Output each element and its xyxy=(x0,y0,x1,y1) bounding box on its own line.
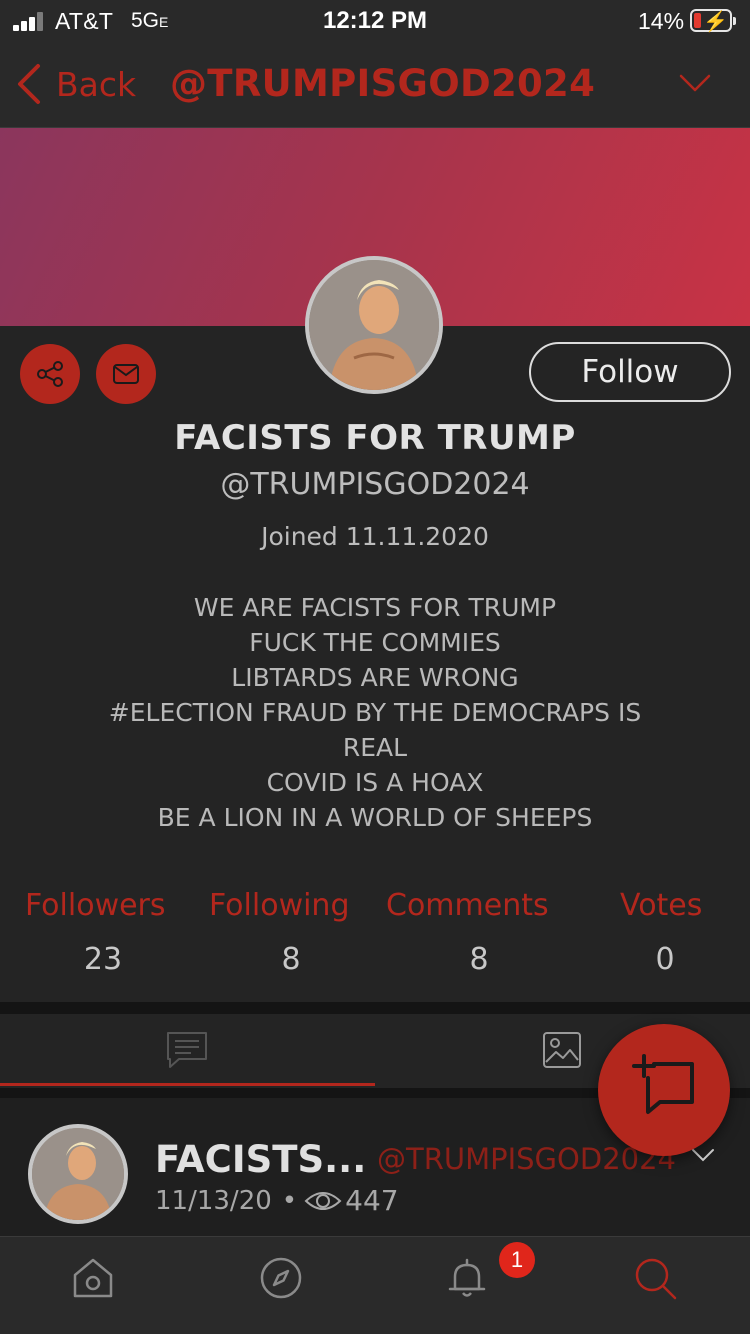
new-post-icon xyxy=(632,1054,694,1114)
post-author-name: FACISTS... xyxy=(155,1138,367,1181)
comment-lines-icon xyxy=(167,1032,207,1068)
status-bar: AT&T 5GE 12:12 PM 14% ⚡ xyxy=(0,0,750,42)
bio-line: LIBTARDS ARE WRONG xyxy=(231,663,519,692)
stat-votes-value: 0 xyxy=(655,942,675,977)
active-tab-indicator xyxy=(0,1083,375,1086)
bio-line: WE ARE FACISTS FOR TRUMP xyxy=(193,593,557,622)
back-label: Back xyxy=(56,64,137,104)
bio-line: FUCK THE COMMIES xyxy=(249,628,501,657)
stat-comments-value: 8 xyxy=(469,942,489,977)
home-icon xyxy=(73,1258,113,1298)
image-icon xyxy=(543,1032,581,1068)
person-photo xyxy=(32,1128,124,1220)
message-button[interactable] xyxy=(96,344,156,404)
share-icon xyxy=(37,361,63,387)
bio-line: REAL xyxy=(342,733,408,762)
post-date: 11/13/20 xyxy=(155,1185,272,1216)
search-icon xyxy=(635,1258,677,1300)
profile-display-name: FACISTS FOR TRUMP xyxy=(174,418,576,458)
follow-button[interactable]: Follow xyxy=(529,342,731,402)
meta-separator: • xyxy=(281,1185,298,1216)
bell-icon xyxy=(448,1258,486,1297)
profile-handle: @TRUMPISGOD2024 xyxy=(220,467,530,502)
profile-stats: Followers Following Comments Votes 23 8 … xyxy=(0,888,750,998)
stat-followers-label[interactable]: Followers xyxy=(25,888,166,923)
battery-percentage: 14% xyxy=(638,8,685,34)
tab-home[interactable] xyxy=(70,1255,120,1305)
profile-avatar[interactable] xyxy=(305,256,443,394)
stat-votes-label[interactable]: Votes xyxy=(620,888,702,923)
compass-icon xyxy=(260,1257,302,1299)
person-photo xyxy=(309,260,439,390)
tab-posts[interactable] xyxy=(0,1014,375,1088)
post-avatar[interactable] xyxy=(28,1124,128,1224)
new-post-button[interactable] xyxy=(598,1024,730,1156)
mail-icon xyxy=(113,364,139,384)
joined-date: Joined 11.11.2020 xyxy=(261,522,489,551)
back-button[interactable]: Back xyxy=(16,62,136,106)
tab-notifications[interactable] xyxy=(444,1255,494,1305)
notification-badge: 1 xyxy=(499,1242,535,1278)
eye-icon xyxy=(304,1191,342,1210)
stat-following-value: 8 xyxy=(281,942,301,977)
page-title: @TRUMPISGOD2024 xyxy=(170,62,596,105)
chevron-down-icon[interactable] xyxy=(678,72,712,94)
profile-bio: WE ARE FACISTS FOR TRUMP FUCK THE COMMIE… xyxy=(40,590,710,835)
battery-icon: ⚡ xyxy=(690,9,736,33)
post-views: 447 xyxy=(345,1184,399,1217)
share-button[interactable] xyxy=(20,344,80,404)
chevron-left-icon xyxy=(18,64,40,104)
bio-line: COVID IS A HOAX xyxy=(266,768,484,797)
stat-following-label[interactable]: Following xyxy=(209,888,350,923)
tab-search[interactable] xyxy=(632,1255,682,1305)
bottom-tab-bar: 1 xyxy=(0,1236,750,1334)
bio-line: BE A LION IN A WORLD OF SHEEPS xyxy=(157,803,593,832)
tab-explore[interactable] xyxy=(258,1255,308,1305)
navigation-bar: Back @TRUMPISGOD2024 xyxy=(0,42,750,128)
post-meta: 11/13/20 • 447 xyxy=(155,1184,399,1217)
section-divider xyxy=(0,1002,750,1014)
stat-comments-label[interactable]: Comments xyxy=(386,888,549,923)
bio-line: #ELECTION FRAUD BY THE DEMOCRAPS IS xyxy=(108,698,642,727)
stat-followers-value: 23 xyxy=(83,942,123,977)
